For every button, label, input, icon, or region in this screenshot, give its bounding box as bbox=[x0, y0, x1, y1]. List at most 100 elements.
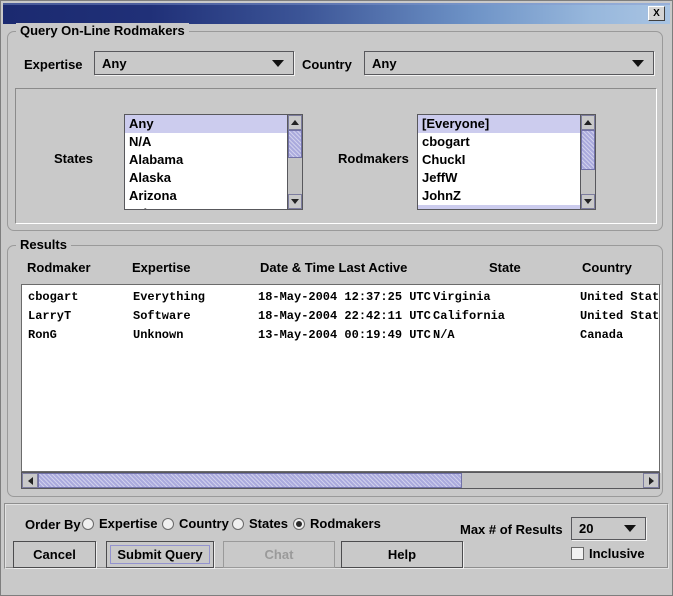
list-item[interactable]: Arizona bbox=[125, 187, 287, 205]
scrollbar-thumb[interactable] bbox=[38, 473, 462, 488]
results-table-header: Rodmaker Expertise Date & Time Last Acti… bbox=[21, 260, 660, 282]
cell-expertise: Unknown bbox=[133, 326, 183, 345]
country-selected-value: Any bbox=[365, 56, 632, 71]
inclusive-checkbox[interactable]: Inclusive bbox=[571, 546, 645, 561]
dropdown-arrow-icon bbox=[272, 60, 284, 67]
list-item[interactable]: Alabama bbox=[125, 151, 287, 169]
cell-rodmaker: RonG bbox=[28, 326, 57, 345]
cell-country: United States bbox=[580, 288, 660, 307]
query-rodmakers-dialog: X Query On-Line Rodmakers Expertise Any … bbox=[0, 0, 673, 596]
list-item[interactable]: Any bbox=[125, 115, 287, 133]
scrollbar-thumb[interactable] bbox=[581, 130, 595, 170]
results-horizontal-scrollbar[interactable] bbox=[21, 472, 660, 489]
scroll-left-icon bbox=[28, 477, 33, 485]
radio-states[interactable]: States bbox=[232, 516, 288, 531]
country-select[interactable]: Any bbox=[364, 51, 654, 75]
radio-icon bbox=[162, 518, 174, 530]
states-scrollbar[interactable] bbox=[287, 114, 303, 210]
cell-expertise: Software bbox=[133, 307, 191, 326]
column-header[interactable]: Country bbox=[582, 260, 632, 275]
close-icon: X bbox=[653, 9, 660, 19]
button-label: Chat bbox=[265, 547, 294, 562]
list-item[interactable]: [Everyone] bbox=[418, 115, 580, 133]
list-item[interactable]: JohnZ bbox=[418, 187, 580, 205]
submit-query-button[interactable]: Submit Query bbox=[106, 541, 214, 568]
list-item[interactable]: ChuckI bbox=[418, 151, 580, 169]
results-table[interactable]: cbogart Everything 18-May-2004 12:37:25 … bbox=[21, 284, 660, 472]
cell-datetime: 18-May-2004 12:37:25 UTC bbox=[258, 288, 431, 307]
cell-expertise: Everything bbox=[133, 288, 205, 307]
column-header[interactable]: State bbox=[489, 260, 521, 275]
radio-country[interactable]: Country bbox=[162, 516, 229, 531]
cell-rodmaker: LarryT bbox=[28, 307, 71, 326]
dropdown-arrow-icon bbox=[632, 60, 644, 67]
radio-label: Country bbox=[179, 516, 229, 531]
cell-state: N/A bbox=[433, 326, 455, 345]
close-button[interactable]: X bbox=[648, 6, 665, 21]
scroll-up-button[interactable] bbox=[288, 115, 302, 130]
scrollbar-track[interactable] bbox=[581, 130, 595, 194]
list-item[interactable]: LarryT bbox=[418, 205, 580, 210]
expertise-selected-value: Any bbox=[95, 56, 272, 71]
states-list-items: Any N/A Alabama Alaska Arizona Arkansas bbox=[124, 114, 287, 210]
column-header[interactable]: Date & Time Last Active bbox=[260, 260, 407, 275]
radio-label: Rodmakers bbox=[310, 516, 381, 531]
scroll-down-icon bbox=[584, 199, 592, 204]
list-item[interactable]: N/A bbox=[125, 133, 287, 151]
list-item[interactable]: Arkansas bbox=[125, 205, 287, 210]
radio-icon bbox=[232, 518, 244, 530]
cell-country: United States bbox=[580, 307, 660, 326]
max-results-value: 20 bbox=[572, 521, 624, 536]
expertise-label: Expertise bbox=[24, 57, 83, 72]
rodmakers-scrollbar[interactable] bbox=[580, 114, 596, 210]
scroll-down-button[interactable] bbox=[288, 194, 302, 209]
max-results-select[interactable]: 20 bbox=[571, 517, 646, 540]
states-list[interactable]: Any N/A Alabama Alaska Arizona Arkansas bbox=[124, 114, 303, 210]
scrollbar-track[interactable] bbox=[288, 130, 302, 194]
scrollbar-track[interactable] bbox=[38, 473, 643, 488]
checkbox-icon bbox=[571, 547, 584, 560]
states-label: States bbox=[54, 151, 93, 166]
column-header[interactable]: Rodmaker bbox=[27, 260, 91, 275]
table-row[interactable]: RonG Unknown 13-May-2004 00:19:49 UTC N/… bbox=[22, 326, 659, 345]
table-row[interactable]: cbogart Everything 18-May-2004 12:37:25 … bbox=[22, 288, 659, 307]
cell-state: Virginia bbox=[433, 288, 491, 307]
scroll-down-icon bbox=[291, 199, 299, 204]
help-button[interactable]: Help bbox=[341, 541, 463, 568]
cell-datetime: 13-May-2004 00:19:49 UTC bbox=[258, 326, 431, 345]
list-item[interactable]: JeffW bbox=[418, 169, 580, 187]
scroll-right-button[interactable] bbox=[643, 473, 659, 488]
cell-state: California bbox=[433, 307, 505, 326]
title-bar[interactable]: X bbox=[3, 3, 670, 24]
rodmakers-label: Rodmakers bbox=[338, 151, 409, 166]
rodmakers-list-items: [Everyone] cbogart ChuckI JeffW JohnZ La… bbox=[417, 114, 580, 210]
results-groupbox: Results Rodmaker Expertise Date & Time L… bbox=[7, 245, 663, 497]
radio-rodmakers[interactable]: Rodmakers bbox=[293, 516, 381, 531]
table-row[interactable]: LarryT Software 18-May-2004 22:42:11 UTC… bbox=[22, 307, 659, 326]
dropdown-arrow-icon bbox=[624, 525, 636, 532]
scroll-up-button[interactable] bbox=[581, 115, 595, 130]
max-results-label: Max # of Results bbox=[460, 522, 563, 537]
scroll-left-button[interactable] bbox=[22, 473, 38, 488]
list-item[interactable]: cbogart bbox=[418, 133, 580, 151]
scroll-right-icon bbox=[649, 477, 654, 485]
scroll-down-button[interactable] bbox=[581, 194, 595, 209]
column-header[interactable]: Expertise bbox=[132, 260, 191, 275]
checkbox-label: Inclusive bbox=[589, 546, 645, 561]
scroll-up-icon bbox=[584, 120, 592, 125]
expertise-select[interactable]: Any bbox=[94, 51, 294, 75]
order-by-label: Order By bbox=[25, 517, 81, 532]
scrollbar-thumb[interactable] bbox=[288, 130, 302, 158]
button-label: Help bbox=[388, 547, 416, 562]
cell-rodmaker: cbogart bbox=[28, 288, 78, 307]
list-item[interactable]: Alaska bbox=[125, 169, 287, 187]
button-label: Cancel bbox=[33, 547, 76, 562]
cell-datetime: 18-May-2004 22:42:11 UTC bbox=[258, 307, 431, 326]
lists-panel: States Any N/A Alabama Alaska Arizona Ar… bbox=[15, 88, 657, 224]
radio-expertise[interactable]: Expertise bbox=[82, 516, 158, 531]
chat-button: Chat bbox=[223, 541, 335, 568]
rodmakers-list[interactable]: [Everyone] cbogart ChuckI JeffW JohnZ La… bbox=[417, 114, 596, 210]
radio-selected-icon bbox=[293, 518, 305, 530]
cancel-button[interactable]: Cancel bbox=[13, 541, 96, 568]
country-label: Country bbox=[302, 57, 352, 72]
